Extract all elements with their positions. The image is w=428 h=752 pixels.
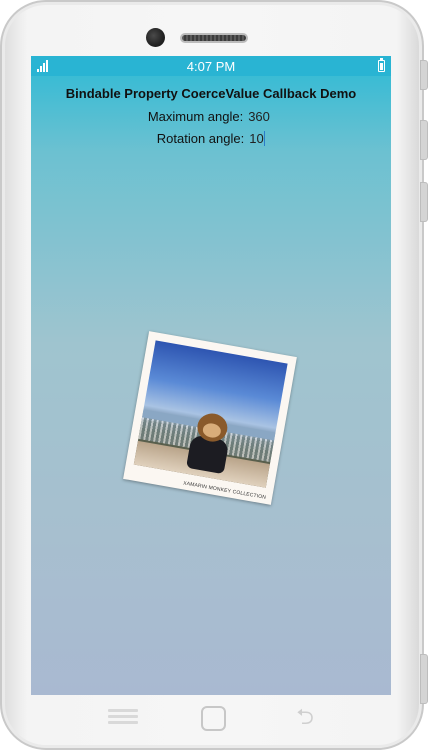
maximum-angle-input[interactable] xyxy=(248,109,275,124)
battery-icon xyxy=(378,58,385,72)
back-icon[interactable]: ⮌ xyxy=(288,707,322,729)
rotation-angle-row: Rotation angle: xyxy=(31,131,391,146)
front-camera xyxy=(146,28,165,47)
volume-up-button xyxy=(420,120,428,160)
rotation-angle-label: Rotation angle: xyxy=(156,131,245,146)
volume-down-button xyxy=(420,182,428,222)
earpiece-speaker xyxy=(180,33,248,43)
signal-icon xyxy=(37,60,49,72)
menu-icon[interactable] xyxy=(108,709,138,727)
status-time: 4:07 PM xyxy=(186,58,236,74)
monkey-photo-image xyxy=(133,340,288,488)
maximum-angle-row: Maximum angle: xyxy=(31,109,391,124)
home-icon[interactable] xyxy=(201,706,226,731)
power-button xyxy=(420,654,428,704)
maximum-angle-label: Maximum angle: xyxy=(147,109,244,124)
status-bar: 4:07 PM xyxy=(31,56,391,76)
app-screen: 4:07 PM Bindable Property CoerceValue Ca… xyxy=(31,56,391,695)
page-title: Bindable Property CoerceValue Callback D… xyxy=(65,86,357,101)
rotated-photo: XAMARIN MONKEY COLLECTION xyxy=(123,331,297,505)
side-button xyxy=(420,60,428,90)
rotation-angle-input[interactable] xyxy=(249,131,266,146)
